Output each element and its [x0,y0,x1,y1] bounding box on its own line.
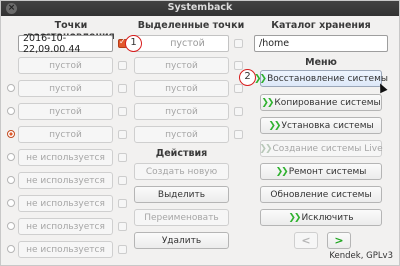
selected-point-2[interactable]: пустой [134,57,229,74]
exclude-button[interactable]: ❯❯ Исключить [260,209,382,226]
chevron-right-icon: ❯❯ [259,143,272,154]
delete-button[interactable]: Удалить [134,232,229,249]
restore-point-8[interactable]: не используется [18,195,113,212]
restore-point-6-checkbox[interactable] [118,153,127,162]
back-arrow-icon[interactable]: < [294,232,318,249]
restore-point-3-checkbox[interactable] [118,84,127,93]
selected-point-5-checkbox[interactable] [234,130,243,139]
restore-point-9-radio[interactable] [7,222,15,230]
restore-point-2-checkbox[interactable] [118,61,127,70]
restore-point-10-radio[interactable] [7,245,15,253]
actions-header: Действия [155,148,208,159]
restore-point-2[interactable]: пустой [18,57,113,74]
restore-point-5-checkbox[interactable] [118,130,127,139]
restore-point-4-checkbox[interactable] [118,107,127,116]
titlebar: × Systemback [1,1,399,16]
menu-header: Меню [305,57,337,68]
restore-point-5[interactable]: пустой [18,126,113,143]
restore-point-6[interactable]: не используется [18,149,113,166]
system-update-button[interactable]: Обновление системы [260,186,382,203]
storage-path-input[interactable]: /home [254,35,388,52]
restore-point-10-checkbox[interactable] [118,245,127,254]
annotation-marker-1-overlay: 1 [125,35,142,52]
restore-point-9[interactable]: не используется [18,218,113,235]
chevron-right-icon: ❯❯ [254,73,267,84]
system-repair-button[interactable]: ❯❯ Ремонт системы [260,163,382,180]
restore-point-9-checkbox[interactable] [118,222,127,231]
system-copy-button[interactable]: ❯❯ Копирование системы [260,94,382,111]
window-title: Systemback [167,2,233,13]
chevron-right-icon: ❯❯ [275,166,289,177]
selected-point-4-checkbox[interactable] [234,107,243,116]
restore-point-7[interactable]: не используется [18,172,113,189]
restore-point-8-radio[interactable] [7,199,15,207]
system-install-button[interactable]: ❯❯ Установка системы [260,117,382,134]
storage-dir-header: Каталог хранения [271,20,371,31]
restore-point-3[interactable]: пустой [18,80,113,97]
restore-point-7-radio[interactable] [7,176,15,184]
restore-point-4-radio[interactable] [7,107,15,115]
restore-point-7-checkbox[interactable] [118,176,127,185]
chevron-right-icon: ❯❯ [268,120,281,131]
restore-point-10[interactable]: не используется [18,241,113,258]
selected-point-1-checkbox[interactable] [234,39,243,48]
selected-point-5[interactable]: пустой [134,126,229,143]
select-button[interactable]: Выделить [134,186,229,203]
system-restore-label: Восстановление системы [267,73,388,84]
chevron-right-icon: ❯❯ [288,212,301,223]
selected-point-1[interactable]: пустой [134,35,229,52]
system-copy-label: Копирование системы [274,97,381,108]
system-repair-label: Ремонт системы [288,166,367,177]
create-live-button[interactable]: ❯❯ Создание системы Live [259,140,383,157]
selected-point-3[interactable]: пустой [134,80,229,97]
system-install-label: Установка системы [281,120,374,131]
selected-points-header: Выделенные точки [137,20,245,31]
forward-arrow-icon[interactable]: > [327,232,351,249]
restore-point-6-radio[interactable] [7,153,15,161]
chevron-right-icon: ❯❯ [261,97,274,108]
restore-point-3-radio[interactable] [7,84,15,92]
systemback-window: × Systemback Точки восстановления Выделе… [0,0,400,266]
restore-point-4[interactable]: пустой [18,103,113,120]
restore-point-8-checkbox[interactable] [118,199,127,208]
selected-point-3-checkbox[interactable] [234,84,243,93]
create-new-button[interactable]: Создать новую [134,163,229,180]
footer-credits: Kendek, GPLv3 [329,251,393,261]
selected-point-4[interactable]: пустой [134,103,229,120]
exclude-label: Исключить [301,212,354,223]
system-restore-button[interactable]: ❯❯ Восстановление системы [254,70,388,87]
create-live-label: Создание системы Live [272,143,383,154]
rename-button[interactable]: Переименовать [134,209,229,226]
restore-point-1-input[interactable]: 2016-10-22,09.00.44 [18,33,113,55]
restore-point-5-radio[interactable] [7,130,15,138]
selected-point-2-checkbox[interactable] [234,61,243,70]
